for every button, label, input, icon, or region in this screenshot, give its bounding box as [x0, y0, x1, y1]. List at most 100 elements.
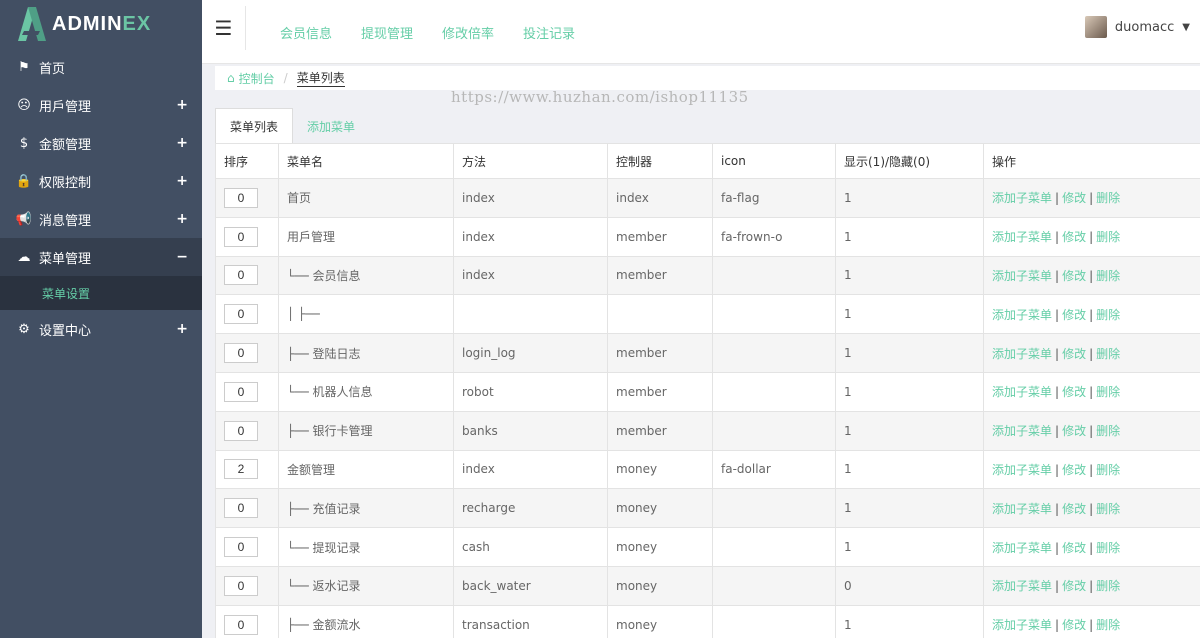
sort-input[interactable]: [224, 226, 258, 247]
sidebar-item-label: 首页: [39, 61, 66, 77]
name-cell: │ ├──: [278, 294, 454, 335]
edit-link[interactable]: 修改: [1062, 269, 1086, 283]
delete-link[interactable]: 删除: [1096, 463, 1120, 477]
edit-link[interactable]: 修改: [1062, 502, 1086, 516]
delete-link[interactable]: 删除: [1096, 347, 1120, 361]
sort-input[interactable]: [224, 459, 258, 480]
separator: |: [1089, 618, 1094, 633]
name-cell: └── 返水记录: [278, 565, 454, 606]
sort-cell: [215, 294, 279, 335]
logo[interactable]: ADMINEX: [0, 0, 202, 48]
visibility-cell: 1: [835, 294, 984, 335]
sidebar-item[interactable]: ☁ 菜单管理 −: [0, 238, 202, 276]
sort-input[interactable]: [224, 304, 258, 325]
top-link-bets[interactable]: 投注记录: [523, 23, 575, 42]
visibility-cell: 1: [835, 255, 984, 296]
separator: |: [1055, 268, 1060, 283]
sidebar-item[interactable]: 📢 消息管理 +: [0, 200, 202, 238]
separator: |: [1055, 385, 1060, 400]
edit-link[interactable]: 修改: [1062, 579, 1086, 593]
controller-cell: member: [607, 255, 713, 296]
visibility-cell: 1: [835, 449, 984, 490]
separator: |: [1089, 462, 1094, 477]
edit-link[interactable]: 修改: [1062, 385, 1086, 399]
sidebar-item-label: 消息管理: [39, 213, 92, 229]
col-header-actions: 操作: [983, 143, 1200, 179]
sort-input[interactable]: [224, 614, 258, 635]
sidebar-item-label: 用戶管理: [39, 99, 92, 115]
top-link-member-info[interactable]: 会员信息: [280, 23, 332, 42]
sort-input[interactable]: [224, 343, 258, 364]
add-submenu-link[interactable]: 添加子菜单: [992, 463, 1052, 477]
delete-link[interactable]: 删除: [1096, 424, 1120, 438]
table-row: 金额管理indexmoneyfa-dollar1添加子菜单|修改|删除: [215, 449, 1200, 490]
user-menu[interactable]: duomacc ▼: [1084, 16, 1190, 38]
icon-cell: [712, 527, 836, 567]
edit-link[interactable]: 修改: [1062, 424, 1086, 438]
add-submenu-link[interactable]: 添加子菜单: [992, 230, 1052, 244]
delete-link[interactable]: 删除: [1096, 269, 1120, 283]
edit-link[interactable]: 修改: [1062, 230, 1086, 244]
sidebar-item[interactable]: ⚑ 首页: [0, 48, 202, 86]
sort-input[interactable]: [224, 265, 258, 286]
tab-menu-list[interactable]: 菜单列表: [215, 108, 294, 144]
add-submenu-link[interactable]: 添加子菜单: [992, 385, 1052, 399]
edit-link[interactable]: 修改: [1062, 347, 1086, 361]
table-row: └── 返水记录back_watermoney0添加子菜单|修改|删除: [215, 565, 1200, 606]
separator: |: [1055, 307, 1060, 322]
delete-link[interactable]: 删除: [1096, 579, 1120, 593]
add-submenu-link[interactable]: 添加子菜单: [992, 347, 1052, 361]
sort-input[interactable]: [224, 187, 258, 208]
actions-cell: 添加子菜单 | 修改 | 删除: [983, 604, 1200, 638]
top-link-withdraw[interactable]: 提现管理: [361, 23, 413, 42]
separator: |: [1055, 501, 1060, 516]
separator: |: [1055, 191, 1060, 206]
delete-link[interactable]: 删除: [1096, 308, 1120, 322]
delete-link[interactable]: 删除: [1096, 191, 1120, 205]
sort-input[interactable]: [224, 381, 258, 402]
add-submenu-link[interactable]: 添加子菜单: [992, 541, 1052, 555]
edit-link[interactable]: 修改: [1062, 463, 1086, 477]
tab-add-menu[interactable]: 添加菜单: [293, 108, 369, 144]
edit-link[interactable]: 修改: [1062, 618, 1086, 632]
sidebar-item-label: 金额管理: [39, 137, 92, 153]
method-cell: index: [453, 216, 608, 257]
separator: |: [1089, 579, 1094, 594]
sidebar-item[interactable]: $ 金额管理 +: [0, 124, 202, 162]
add-submenu-link[interactable]: 添加子菜单: [992, 502, 1052, 516]
edit-link[interactable]: 修改: [1062, 308, 1086, 322]
delete-link[interactable]: 删除: [1096, 541, 1120, 555]
edit-link[interactable]: 修改: [1062, 191, 1086, 205]
sort-input[interactable]: [224, 420, 258, 441]
sidebar-subitem-menu-settings[interactable]: 菜单设置: [0, 276, 202, 310]
visibility-cell: 1: [835, 527, 984, 567]
sort-input[interactable]: [224, 498, 258, 519]
expand-toggle-icon: +: [176, 97, 188, 113]
edit-link[interactable]: 修改: [1062, 541, 1086, 555]
delete-link[interactable]: 删除: [1096, 230, 1120, 244]
add-submenu-link[interactable]: 添加子菜单: [992, 269, 1052, 283]
delete-link[interactable]: 删除: [1096, 618, 1120, 632]
delete-link[interactable]: 删除: [1096, 385, 1120, 399]
table-row: ├── 充值记录rechargemoney1添加子菜单|修改|删除: [215, 488, 1200, 529]
hamburger-menu-icon[interactable]: ☰: [202, 6, 246, 50]
visibility-cell: 1: [835, 371, 984, 412]
delete-link[interactable]: 删除: [1096, 502, 1120, 516]
add-submenu-link[interactable]: 添加子菜单: [992, 618, 1052, 632]
add-submenu-link[interactable]: 添加子菜单: [992, 424, 1052, 438]
add-submenu-link[interactable]: 添加子菜单: [992, 191, 1052, 205]
sort-input[interactable]: [224, 537, 258, 558]
sidebar-item[interactable]: 🔒 权限控制 +: [0, 162, 202, 200]
sidebar-item[interactable]: ☹ 用戶管理 +: [0, 86, 202, 124]
top-link-rate[interactable]: 修改倍率: [442, 23, 494, 42]
table-row: 首页indexindexfa-flag1添加子菜单|修改|删除: [215, 178, 1200, 218]
name-cell: └── 提现记录: [278, 527, 454, 567]
add-submenu-link[interactable]: 添加子菜单: [992, 308, 1052, 322]
add-submenu-link[interactable]: 添加子菜单: [992, 579, 1052, 593]
breadcrumb-home[interactable]: ⌂ 控制台: [227, 70, 275, 87]
icon-cell: [712, 604, 836, 638]
sidebar-item[interactable]: ⚙ 设置中心 +: [0, 310, 202, 348]
sort-input[interactable]: [224, 575, 258, 596]
visibility-cell: 1: [835, 604, 984, 638]
name-cell: 用戶管理: [278, 216, 454, 257]
